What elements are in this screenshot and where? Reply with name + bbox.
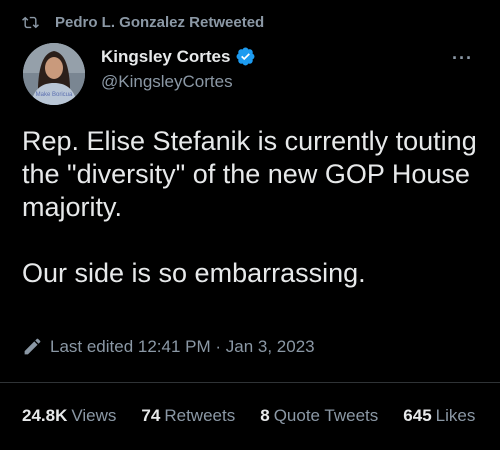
edit-pencil-icon [24,338,41,355]
retweet-icon [22,16,39,29]
avatar[interactable]: Make Boricua [23,43,85,105]
likes-label: Likes [435,406,476,425]
likes-count: 645 [403,406,432,425]
retweets-stat[interactable]: 74 Retweets [141,406,235,426]
tweet-paragraph: Our side is so embarrassing. [22,258,366,288]
more-options-icon[interactable]: ··· [452,48,473,69]
views-stat[interactable]: 24.8K Views [22,406,116,426]
quote-tweets-stat[interactable]: 8 Quote Tweets [260,406,378,426]
tweet-stats: 24.8K Views 74 Retweets 8 Quote Tweets 645 L… [22,406,500,426]
views-count: 24.8K [22,406,68,425]
retweets-count: 74 [141,406,161,425]
tweet-text: Rep. Elise Stefanik is currently touting… [22,125,480,290]
edit-history-link[interactable]: Last edited 12:41 PM · Jan 3, 2023 [22,336,315,357]
author-name[interactable]: Kingsley Cortes [101,47,230,67]
likes-stat[interactable]: 645 Likes [403,406,475,426]
avatar-photo: Make Boricua [23,43,85,105]
edited-timestamp: Last edited 12:41 PM · Jan 3, 2023 [50,336,315,356]
retweet-context[interactable]: Pedro L. Gonzalez Retweeted [22,14,264,31]
quote-tweets-label: Quote Tweets [273,406,379,425]
retweet-label: Pedro L. Gonzalez Retweeted [55,14,265,31]
quote-tweets-count: 8 [260,406,270,425]
tweet-paragraph: Rep. Elise Stefanik is currently touting… [22,126,477,222]
views-label: Views [71,406,117,425]
divider [0,382,500,383]
retweets-label: Retweets [164,406,236,425]
verified-badge-icon [236,47,255,66]
tweet-author: Kingsley Cortes @KingsleyCortes [101,46,256,92]
author-handle[interactable]: @KingsleyCortes [101,72,256,92]
avatar-shirt-text: Make Boricua [36,92,73,98]
